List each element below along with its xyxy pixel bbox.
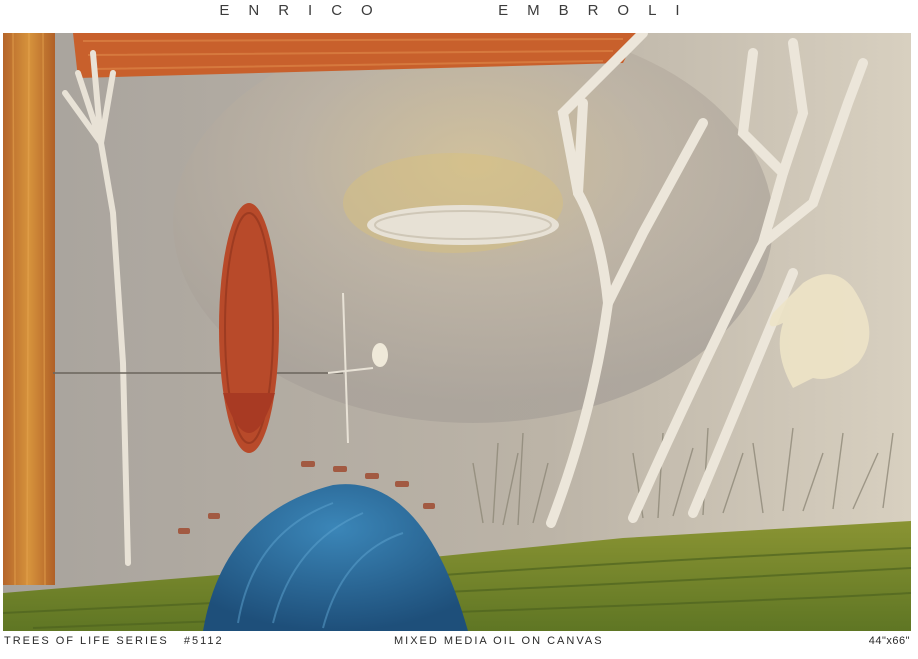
artist-name: ENRICO EMBROLI: [0, 0, 918, 30]
series-title: TREES OF LIFE SERIES: [4, 635, 169, 647]
size-caption: 44"x66": [868, 635, 910, 647]
painting-image: [3, 33, 911, 631]
artist-first-name: ENRICO: [219, 2, 392, 19]
medium-caption: MIXED MEDIA OIL ON CANVAS: [394, 635, 604, 647]
artist-last-name: EMBROLI: [498, 2, 699, 19]
series-caption: TREES OF LIFE SERIES #5112: [4, 633, 224, 653]
series-number: #5112: [183, 635, 224, 647]
